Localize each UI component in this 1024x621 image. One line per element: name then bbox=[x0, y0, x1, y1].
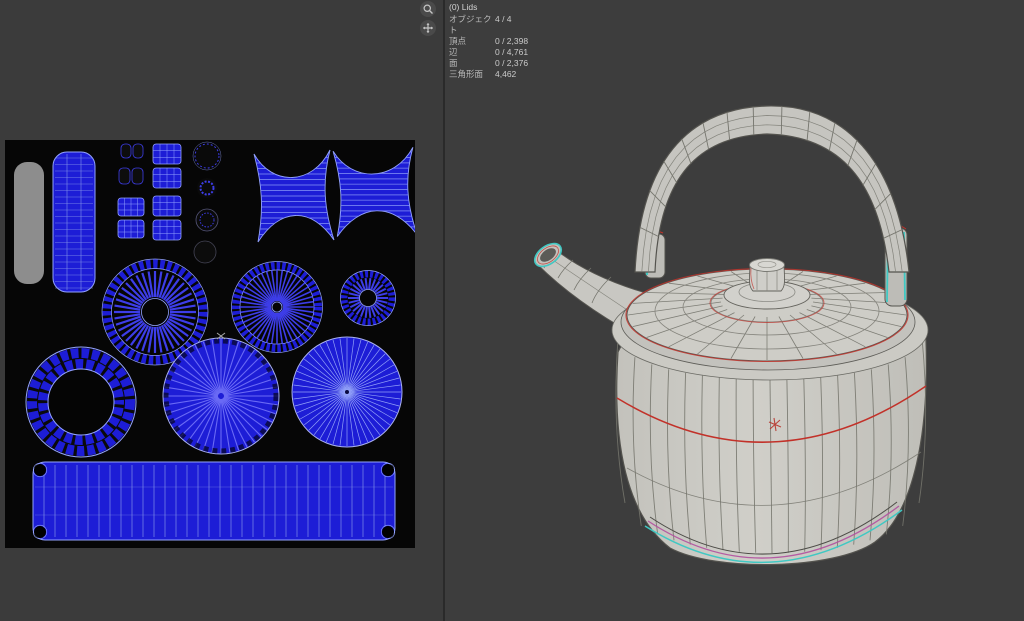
stat-objects: オブジェクト 4 / 4 bbox=[449, 14, 512, 35]
uv-island-wheel[interactable] bbox=[340, 270, 396, 326]
uv-island-small-circles[interactable] bbox=[192, 141, 222, 264]
uv-island-butterfly[interactable] bbox=[329, 146, 415, 238]
kettle-model[interactable] bbox=[445, 0, 1024, 621]
viewport-gizmos bbox=[420, 1, 436, 36]
uv-island-tabs[interactable] bbox=[118, 143, 144, 185]
kettle-handle[interactable] bbox=[634, 105, 910, 273]
stat-faces: 面 0 / 2,376 bbox=[449, 58, 529, 68]
active-collection-label: (0) Lids bbox=[449, 2, 478, 12]
move-icon[interactable] bbox=[420, 20, 436, 36]
uv-island-butterfly[interactable] bbox=[250, 149, 336, 243]
uv-island-grid[interactable] bbox=[152, 167, 182, 189]
uv-island-donut[interactable] bbox=[25, 346, 137, 458]
stat-triangles: 三角形面 4,462 bbox=[449, 69, 517, 79]
uv-editor-panel[interactable] bbox=[0, 0, 443, 621]
uv-island-grid[interactable] bbox=[152, 143, 182, 165]
stat-edges: 辺 0 / 4,761 bbox=[449, 47, 529, 57]
uv-island-band[interactable] bbox=[32, 461, 396, 541]
3d-viewport[interactable]: (0) Lids オブジェクト 4 / 4 頂点 0 / 2,398 辺 0 /… bbox=[445, 0, 1024, 621]
uv-island-wheel[interactable] bbox=[231, 261, 323, 353]
uv-island-checker-strip[interactable] bbox=[52, 151, 96, 293]
uv-canvas[interactable] bbox=[5, 140, 415, 548]
blender-window: (0) Lids オブジェクト 4 / 4 頂点 0 / 2,398 辺 0 /… bbox=[0, 0, 1024, 621]
stats-overlay: (0) Lids オブジェクト 4 / 4 頂点 0 / 2,398 辺 0 /… bbox=[449, 2, 528, 80]
stat-vertices: 頂点 0 / 2,398 bbox=[449, 36, 529, 46]
uv-island-grid[interactable] bbox=[152, 219, 182, 241]
uv-island-grid[interactable] bbox=[117, 219, 145, 239]
uv-island-fine-wheel[interactable] bbox=[291, 336, 403, 448]
uv-island-grid[interactable] bbox=[152, 195, 182, 217]
uv-island-gray-strip[interactable] bbox=[14, 162, 44, 284]
zoom-icon[interactable] bbox=[420, 1, 436, 17]
uv-island-grid[interactable] bbox=[117, 197, 145, 217]
